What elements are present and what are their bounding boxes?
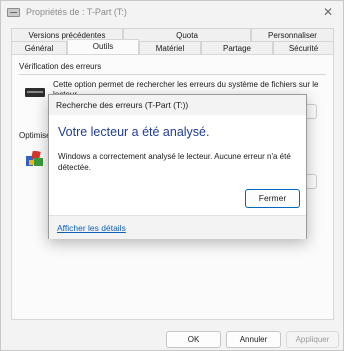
dialog-title-bar: Recherche des erreurs (T-Part (T:)) [49,95,306,115]
defragment-icon [26,150,44,166]
window-title: Propriétés de : T-Part (T:) [26,7,127,17]
title-bar: Propriétés de : T-Part (T:) ✕ [1,1,343,25]
tab-materiel[interactable]: Matériel [139,41,201,54]
apply-button[interactable]: Appliquer [286,331,339,348]
ok-button[interactable]: OK [166,331,221,348]
tab-personnaliser[interactable]: Personnaliser [251,28,334,41]
tab-partage[interactable]: Partage [201,41,273,54]
dialog-title: Recherche des erreurs (T-Part (T:)) [56,100,189,110]
tab-outils[interactable]: Outils [67,39,139,54]
tab-securite[interactable]: Sécurité [273,41,334,54]
close-dialog-button[interactable]: Fermer [245,189,300,208]
dialog-footer: Afficher les détails [49,215,306,239]
hard-drive-icon [25,88,45,97]
close-button[interactable]: ✕ [321,5,335,19]
check-results-dialog: Recherche des erreurs (T-Part (T:)) Votr… [48,94,307,239]
tab-quota[interactable]: Quota [123,28,251,41]
dialog-message: Windows a correctement analysé le lecteu… [58,152,291,172]
dialog-heading: Votre lecteur a été analysé. [58,125,210,139]
group-divider [19,74,326,75]
show-details-link[interactable]: Afficher les détails [57,223,126,233]
error-check-group-title: Vérification des erreurs [19,62,102,71]
tab-general[interactable]: Général [11,41,67,54]
drive-icon [7,8,20,17]
cancel-button[interactable]: Annuler [226,331,281,348]
